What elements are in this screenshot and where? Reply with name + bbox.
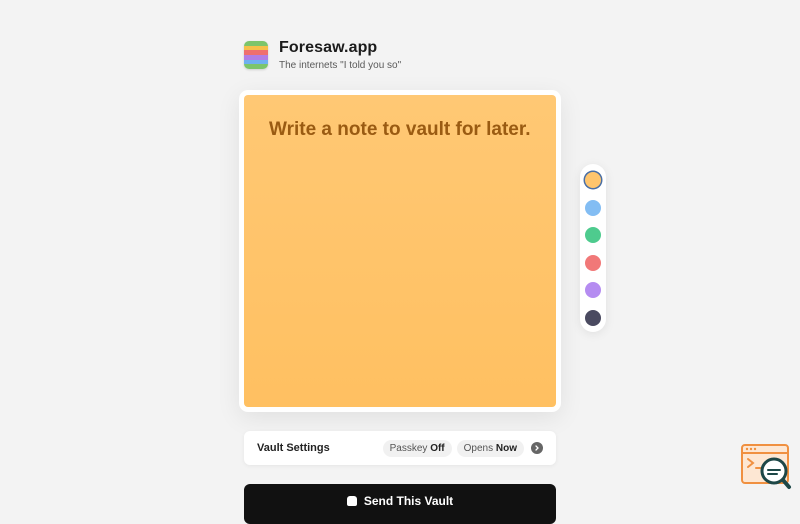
note-card: Write a note to vault for later.: [239, 90, 561, 412]
swatch-green[interactable]: [585, 227, 601, 243]
passkey-pill[interactable]: Passkey Off: [382, 439, 452, 457]
send-vault-button[interactable]: Send This Vault: [244, 484, 556, 524]
vault-settings-values: Passkey Off Opens Now: [378, 439, 543, 457]
opens-value: Now: [495, 442, 517, 454]
swatch-red[interactable]: [585, 255, 601, 271]
opens-label: Opens: [463, 442, 494, 454]
send-vault-label: Send This Vault: [363, 494, 454, 508]
logo-icon: [244, 41, 268, 69]
passkey-value: Off: [430, 442, 445, 454]
send-vault-content: Send This Vault: [346, 494, 454, 508]
color-palette: [580, 164, 606, 332]
swatch-dark[interactable]: [585, 310, 601, 326]
vault-settings-label: Vault Settings: [257, 442, 330, 454]
brand: Foresaw.app The internets "I told you so…: [279, 39, 401, 71]
swatch-orange[interactable]: [585, 172, 601, 188]
note-placeholder: Write a note to vault for later.: [269, 119, 531, 140]
opens-pill[interactable]: Opens Now: [456, 439, 524, 457]
lock-icon: [346, 496, 357, 506]
chevron-right-icon[interactable]: [531, 442, 543, 454]
swatch-blue[interactable]: [585, 200, 601, 216]
swatch-purple[interactable]: [585, 282, 601, 298]
app-header: Foresaw.app The internets "I told you so…: [244, 39, 401, 71]
brand-title: Foresaw.app: [279, 39, 378, 56]
vault-settings-bar[interactable]: Vault Settings Passkey Off Opens Now: [244, 431, 556, 465]
note-editor[interactable]: Write a note to vault for later.: [244, 95, 556, 407]
brand-tagline: The internets "I told you so": [279, 60, 402, 71]
search-terminal-icon[interactable]: [741, 444, 793, 494]
passkey-label: Passkey: [389, 442, 428, 454]
